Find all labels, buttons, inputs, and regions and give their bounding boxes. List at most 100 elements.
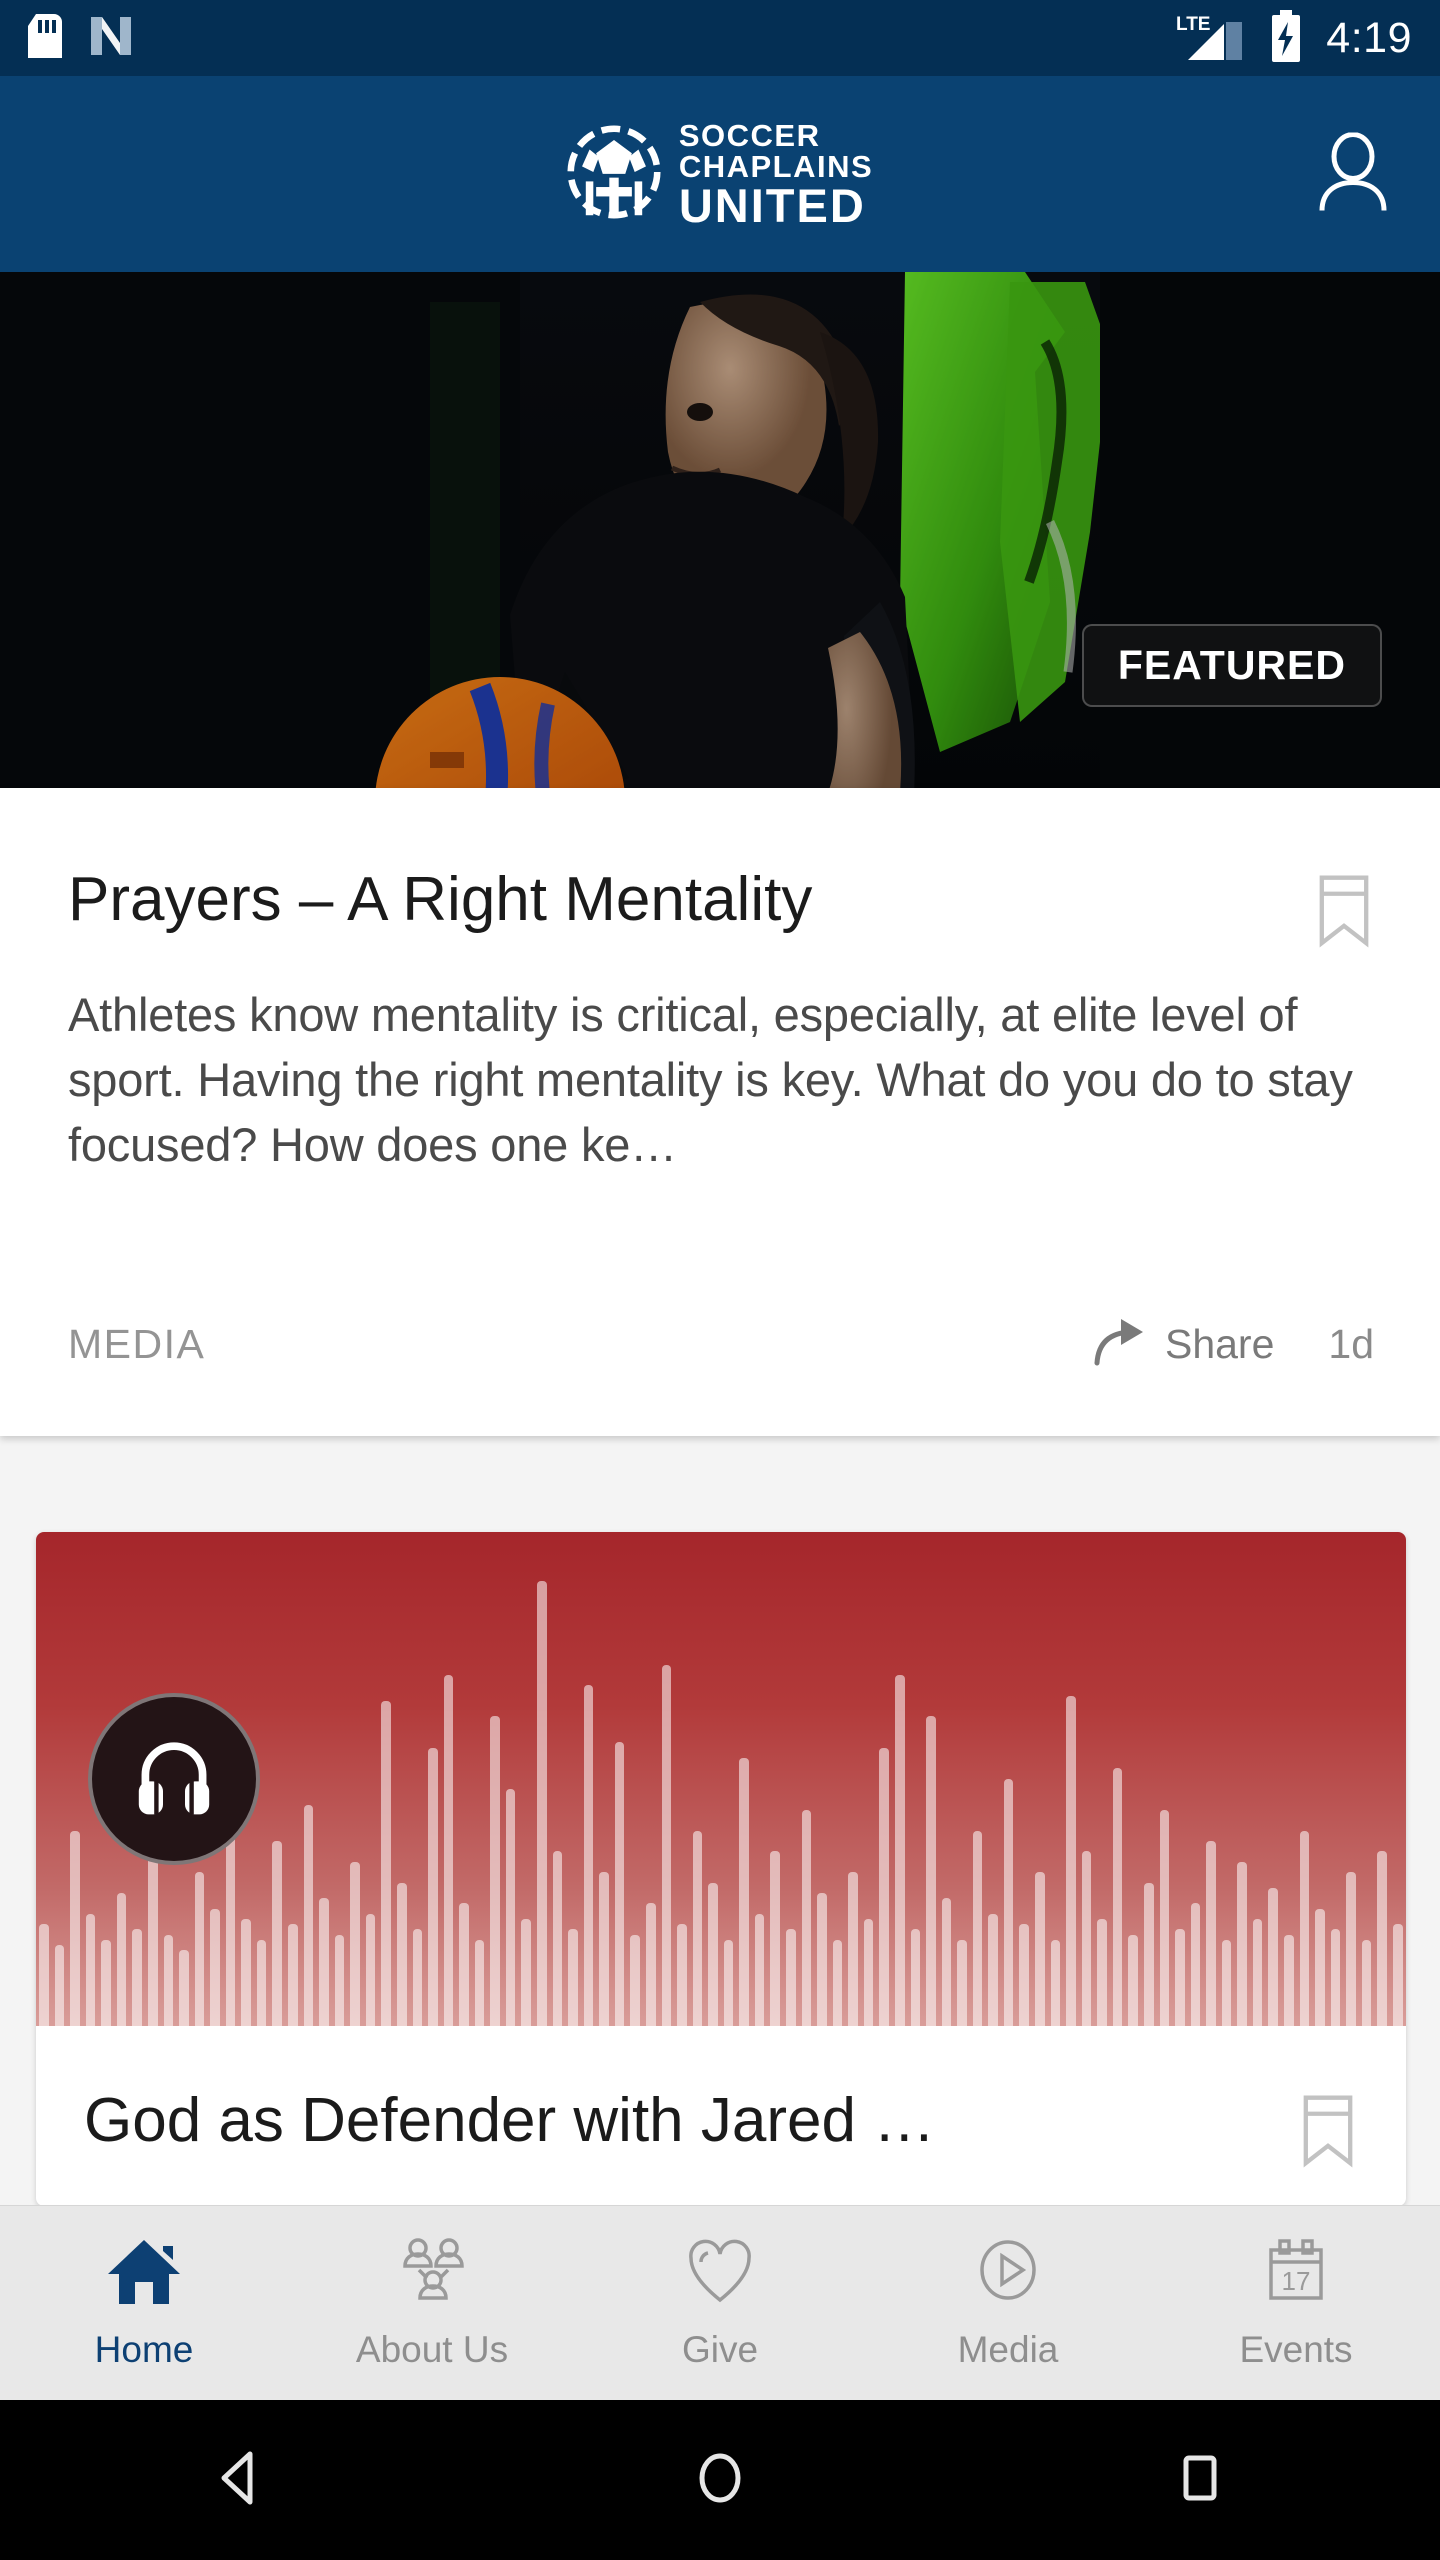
audio-title: God as Defender with Jared …: [84, 2086, 936, 2155]
nav-item-home[interactable]: Home: [0, 2236, 288, 2371]
waveform-bar: [474, 1939, 485, 2026]
home-icon: [105, 2236, 183, 2313]
waveform-bar: [1143, 1882, 1154, 2026]
nav-item-about-us[interactable]: About Us: [288, 2236, 576, 2371]
waveform-bar: [552, 1851, 563, 2026]
waveform-bar: [521, 1918, 531, 2026]
waveform-bar: [272, 1841, 282, 2026]
waveform-bar: [163, 1934, 174, 2026]
waveform-bar: [537, 1581, 547, 2026]
nav-label-home: Home: [94, 2328, 194, 2370]
soccer-ball-cross-icon: [567, 124, 661, 224]
lte-signal-icon: LTE: [1174, 10, 1246, 67]
waveform-bar: [832, 1939, 843, 2026]
waveform-bar: [739, 1757, 749, 2026]
waveform-bar: [303, 1804, 314, 2026]
waveform-bar: [381, 1700, 391, 2026]
nav-item-media[interactable]: Media: [864, 2236, 1152, 2371]
nav-item-events[interactable]: 17 Events: [1152, 2236, 1440, 2371]
waveform-bar: [1175, 1929, 1185, 2026]
nav-label-events: Events: [1239, 2328, 1353, 2370]
audio-episode-card[interactable]: God as Defender with Jared …: [36, 1532, 1406, 2206]
waveform-bar: [1112, 1768, 1123, 2026]
waveform-bar: [1377, 1851, 1387, 2026]
waveform-bar: [614, 1742, 625, 2026]
square-recents-icon[interactable]: [1168, 2446, 1232, 2515]
waveform-bar: [412, 1929, 423, 2026]
waveform-bar: [1019, 1924, 1029, 2026]
waveform-bar: [1097, 1918, 1107, 2026]
waveform-bar: [101, 1939, 111, 2026]
status-bar-right-icons: LTE 4:19: [1174, 9, 1412, 67]
status-bar-clock: 4:19: [1326, 13, 1412, 62]
waveform-bar: [894, 1674, 905, 2026]
waveform-bar: [630, 1934, 640, 2026]
waveform-bar: [661, 1664, 672, 2026]
bookmark-icon[interactable]: [1298, 2094, 1358, 2173]
waveform-bar: [256, 1939, 267, 2026]
waveform-bar: [1330, 1929, 1341, 2026]
waveform-bar: [1361, 1939, 1372, 2026]
nav-label-media: Media: [957, 2328, 1059, 2370]
waveform-bar: [1299, 1830, 1310, 2026]
waveform-bar: [801, 1809, 812, 2026]
waveform-bar: [1221, 1939, 1232, 2026]
waveform-bar: [754, 1913, 765, 2026]
person-icon[interactable]: [1318, 132, 1388, 216]
logo-line-2: CHAPLAINS: [678, 148, 874, 184]
waveform-bar: [459, 1903, 469, 2026]
waveform-bar: [334, 1934, 345, 2026]
waveform-bar: [505, 1789, 516, 2026]
play-circle-icon: [969, 2236, 1047, 2313]
waveform-bar: [1081, 1851, 1092, 2026]
circle-home-icon[interactable]: [688, 2446, 752, 2515]
audio-play-button[interactable]: [88, 1693, 260, 1865]
audio-title-row: God as Defender with Jared …: [36, 2026, 1406, 2173]
waveform-bar: [1315, 1908, 1325, 2026]
waveform-bar: [132, 1929, 142, 2026]
share-label[interactable]: Share: [1165, 1321, 1274, 1368]
waveform-bar: [723, 1939, 734, 2026]
hero-media[interactable]: FEATURED: [0, 272, 1440, 788]
featured-badge: FEATURED: [1081, 624, 1382, 707]
status-bar: LTE 4:19: [0, 0, 1440, 76]
app-logo: SOCCER CHAPLAINS UNITED: [567, 120, 873, 229]
waveform-bar: [210, 1908, 220, 2026]
waveform-bar: [848, 1872, 858, 2026]
people-group-icon: [393, 2236, 471, 2313]
waveform-bar: [817, 1893, 827, 2026]
waveform-bar: [988, 1913, 998, 2026]
waveform-bar: [926, 1716, 936, 2026]
waveform-bar: [85, 1913, 96, 2026]
waveform-bar: [1268, 1887, 1278, 2026]
waveform-bar: [490, 1716, 500, 2026]
bottom-navigation: Home About Us Give Media 17 Events: [0, 2205, 1440, 2400]
waveform-bar: [1035, 1872, 1045, 2026]
bookmark-icon[interactable]: [1314, 874, 1374, 953]
status-bar-left-icons: [28, 13, 134, 64]
waveform-bar: [241, 1918, 251, 2026]
featured-article-card[interactable]: Prayers – A Right Mentality Athletes kno…: [0, 788, 1440, 1436]
waveform-bar: [692, 1830, 703, 2026]
article-title: Prayers – A Right Mentality: [68, 865, 813, 934]
waveform-bar: [1003, 1778, 1014, 2026]
sd-card-icon: [28, 13, 62, 63]
waveform-bar: [365, 1913, 376, 2026]
app-header: SOCCER CHAPLAINS UNITED: [0, 76, 1440, 272]
nav-label-give: Give: [681, 2328, 759, 2370]
svg-text:17: 17: [1282, 2266, 1311, 2296]
triangle-back-icon[interactable]: [208, 2446, 272, 2515]
waveform-bar: [863, 1918, 874, 2026]
nav-item-give[interactable]: Give: [576, 2236, 864, 2371]
waveform-bar: [677, 1924, 687, 2026]
waveform-bar: [1050, 1939, 1061, 2026]
waveform-bar: [1284, 1934, 1294, 2026]
share-arrow-icon[interactable]: [1091, 1317, 1147, 1372]
waveform-bar: [910, 1929, 921, 2026]
logo-line-1: SOCCER: [678, 117, 821, 153]
waveform-bar: [1392, 1924, 1403, 2026]
waveform-bar: [70, 1830, 80, 2026]
heart-icon: [681, 2236, 759, 2313]
waveform-bar: [428, 1747, 438, 2026]
waveform-bar: [179, 1950, 189, 2026]
